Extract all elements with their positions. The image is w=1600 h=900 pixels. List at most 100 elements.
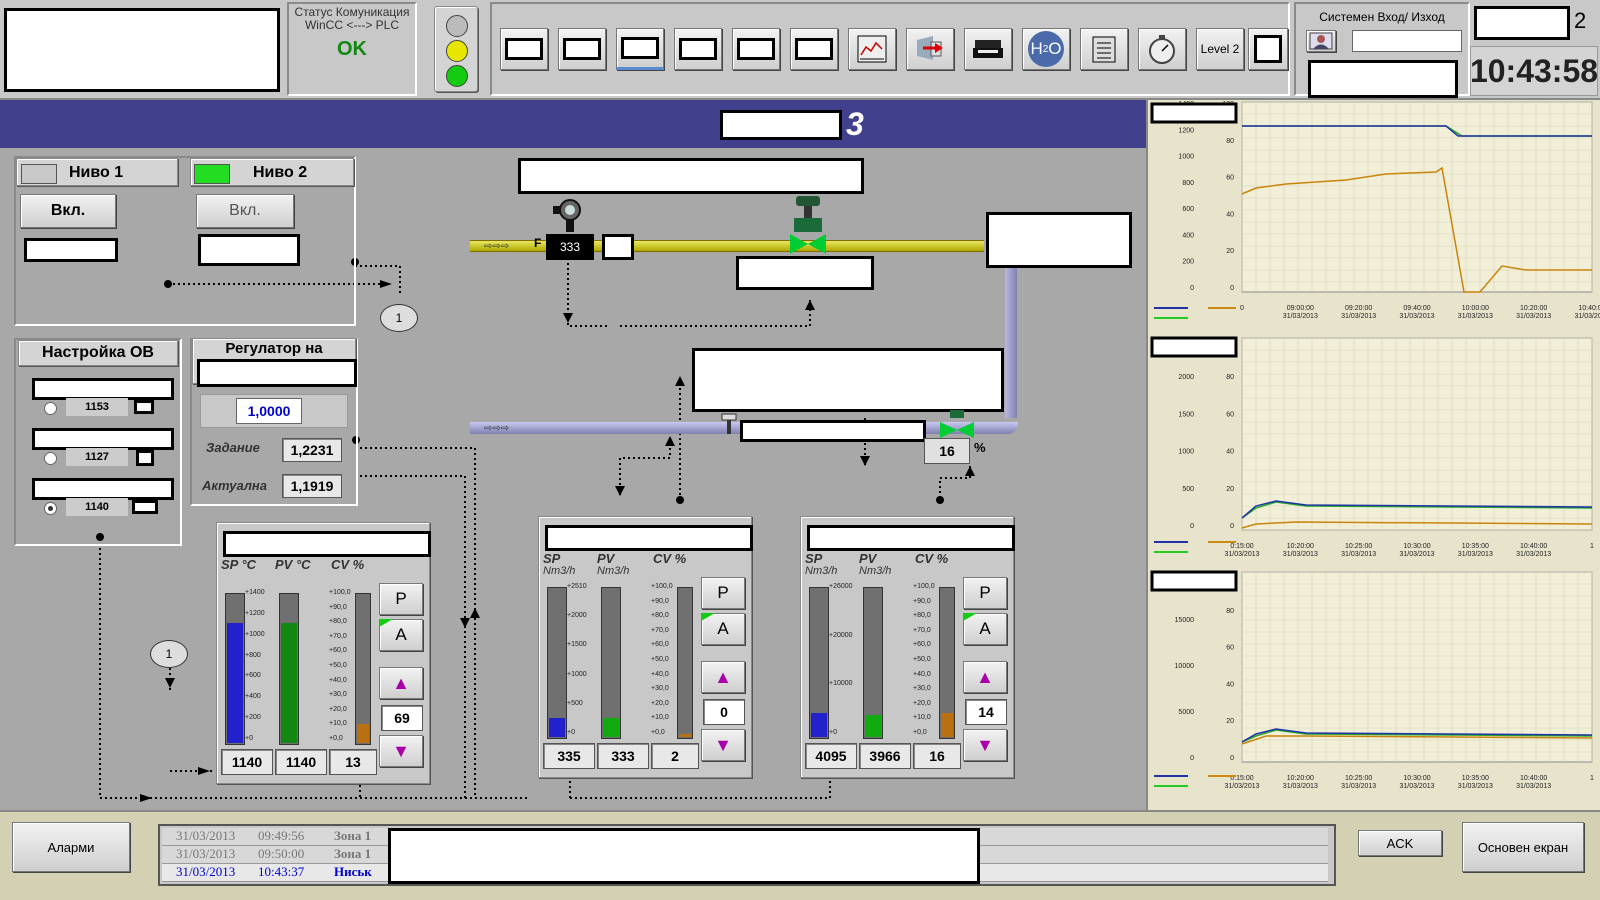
trend-2-x-tick-time: 10:40:00 [1520, 543, 1547, 550]
arrow-down-icon: ▼ [392, 740, 410, 761]
controller-1-cv-label: CV % [331, 557, 365, 572]
trend-3-x-tick-date: 31/03/2013 [1283, 783, 1318, 790]
trend-2-y2-tick: 40 [1226, 449, 1234, 456]
controller-1-cv-bar [355, 593, 371, 745]
controller-3-output-value[interactable]: 14 [965, 699, 1007, 725]
screen-button-6[interactable] [790, 28, 838, 70]
logout-button[interactable] [906, 28, 954, 70]
trend-chart-icon [857, 35, 887, 63]
controller-1-pv-bar [279, 593, 299, 745]
level2-on-button[interactable]: Вкл. [196, 194, 294, 228]
water-button[interactable]: H2O [1022, 28, 1070, 70]
ov-option-1-value: 1153 [66, 398, 128, 416]
controller-2-sp-bar-fill [549, 718, 565, 737]
trend-3-x-tick-time: 10:25:00 [1345, 775, 1372, 782]
controller-2-sp-scale-tick: +1500 [567, 641, 587, 648]
setpoint-label: Задание [206, 440, 260, 455]
controller-3-decrease-button[interactable]: ▼ [963, 729, 1007, 761]
system-io-label: Системен Вход/ Изход [1319, 10, 1445, 24]
trend-1-x-tick-time: 10:00:00 [1462, 305, 1489, 312]
trend-2-y-tick: 0 [1190, 523, 1194, 530]
plant-name-box [4, 8, 280, 92]
station-number: 2 [1574, 8, 1587, 33]
main-screen-button[interactable]: Основен екран [1462, 822, 1584, 872]
controller-1-cv-scale-tick: +40,0 [329, 677, 347, 684]
screen-button-2[interactable] [558, 28, 606, 70]
controller-2-increase-button[interactable]: ▲ [701, 661, 745, 693]
controller-1-decrease-button[interactable]: ▼ [379, 735, 423, 767]
ov-settings-header: Настройка ОВ [18, 340, 178, 366]
user-login-button[interactable] [1306, 30, 1336, 52]
screen-button-3[interactable] [616, 28, 664, 70]
controller-1-cv-scale-tick: +20,0 [329, 706, 347, 713]
screen-button-5[interactable] [732, 28, 780, 70]
trend-1-y2-tick: 60 [1226, 175, 1234, 182]
controller-3-cv-bar [939, 587, 955, 739]
trend-1-x-tick-time: 09:00:00 [1287, 305, 1314, 312]
regulator-ratio-input[interactable]: 1,0000 [236, 398, 302, 424]
traffic-light-off-icon [446, 15, 468, 37]
trend-1-x-tick-date: 31/03/2013 [1458, 313, 1493, 320]
trend-3-y-tick: 15000 [1175, 617, 1195, 624]
controller-3-sp-scale-tick: +10000 [829, 680, 853, 687]
trend-1-x-tick-date: 31/03/2013 [1283, 313, 1318, 320]
controller-3-pv-unit: Nm3/h [859, 565, 892, 577]
controller-2-sp-bar [547, 587, 567, 739]
controller-1-output-value[interactable]: 69 [381, 705, 423, 731]
trend-1-x-tick-date: 31/03/2013 [1399, 313, 1434, 320]
controller-3-manual-button[interactable]: P [963, 577, 1007, 609]
controller-2-sp-scale-tick: +1000 [567, 671, 587, 678]
current-user-field [1352, 30, 1462, 52]
controller-3-increase-button[interactable]: ▲ [963, 661, 1007, 693]
trend-2-x-tick-time: 0:15:00 [1230, 543, 1253, 550]
screen-button-7[interactable] [1248, 28, 1288, 70]
ack-button[interactable]: ACK [1358, 830, 1442, 856]
alarms-button[interactable]: Аларми [12, 822, 130, 872]
controller-2-decrease-button[interactable]: ▼ [701, 729, 745, 761]
setpoint-value: 1,2231 [282, 438, 342, 462]
air-valve-percent-unit: % [974, 440, 986, 455]
trend-2-y-tick: 1000 [1178, 449, 1194, 456]
trend-chart-button[interactable] [848, 28, 896, 70]
regulator-name-box [197, 359, 357, 387]
level1-on-button[interactable]: Вкл. [20, 194, 116, 228]
alarm-time: 09:50:00 [258, 846, 305, 861]
controller-2-manual-button[interactable]: P [701, 577, 745, 609]
level1-title: Ниво 1 [69, 164, 124, 181]
trend-3-x-tick-time: 10:30:00 [1403, 775, 1430, 782]
controller-1-sp-bar-fill [227, 623, 243, 743]
ov-option-2-radio[interactable] [44, 452, 57, 465]
report-button[interactable] [964, 28, 1012, 70]
controller-2-sp-scale-tick: +2510 [567, 583, 587, 590]
controller-2-pv-bar [601, 587, 621, 739]
air-flow-transmitter-icon [721, 413, 737, 434]
trend-2-x-tick-time: 10:20:00 [1287, 543, 1314, 550]
trend-2-x-tick-date: 31/03/2013 [1341, 551, 1376, 558]
ov-option-3-radio-selected[interactable] [44, 502, 57, 515]
controller-2-pv-label: PV [597, 551, 615, 566]
controller-3-cv-scale-tick: +60,0 [913, 641, 931, 648]
controller-3-sp-unit: Nm3/h [805, 565, 838, 577]
controller-1-manual-button[interactable]: P [379, 583, 423, 615]
trend-1-x-tick-date: 31/03/2013 [1341, 313, 1376, 320]
trend-3-y2-tick: 60 [1226, 645, 1234, 652]
controller-1-cv-scale-tick: +0,0 [329, 735, 343, 742]
controller-2-output-value[interactable]: 0 [703, 699, 745, 725]
controller-2-sp-scale-tick: +2000 [567, 612, 587, 619]
controller-2-cv-scale-tick: +70,0 [651, 627, 669, 634]
controller-1-increase-button[interactable]: ▲ [379, 667, 423, 699]
trend-1-y-tick: 1000 [1178, 154, 1194, 161]
controller-3-cv-scale-tick: +10,0 [913, 714, 931, 721]
screen-button-4[interactable] [674, 28, 722, 70]
level-2-button[interactable]: Level 2 [1196, 28, 1244, 70]
trend-3-title-box [1150, 570, 1238, 592]
flow-transmitter-icon [553, 199, 581, 232]
log-button[interactable] [1080, 28, 1128, 70]
trend-2-x-tick-date: 31/03/2013 [1458, 551, 1493, 558]
controller-3-cv-scale-tick: +0,0 [913, 729, 927, 736]
timer-button[interactable] [1138, 28, 1186, 70]
screen-button-1[interactable] [500, 28, 548, 70]
trend-2-y-tick: 2000 [1178, 374, 1194, 381]
ov-option-1-radio[interactable] [44, 402, 57, 415]
h2o-icon: H2O [1028, 31, 1064, 67]
